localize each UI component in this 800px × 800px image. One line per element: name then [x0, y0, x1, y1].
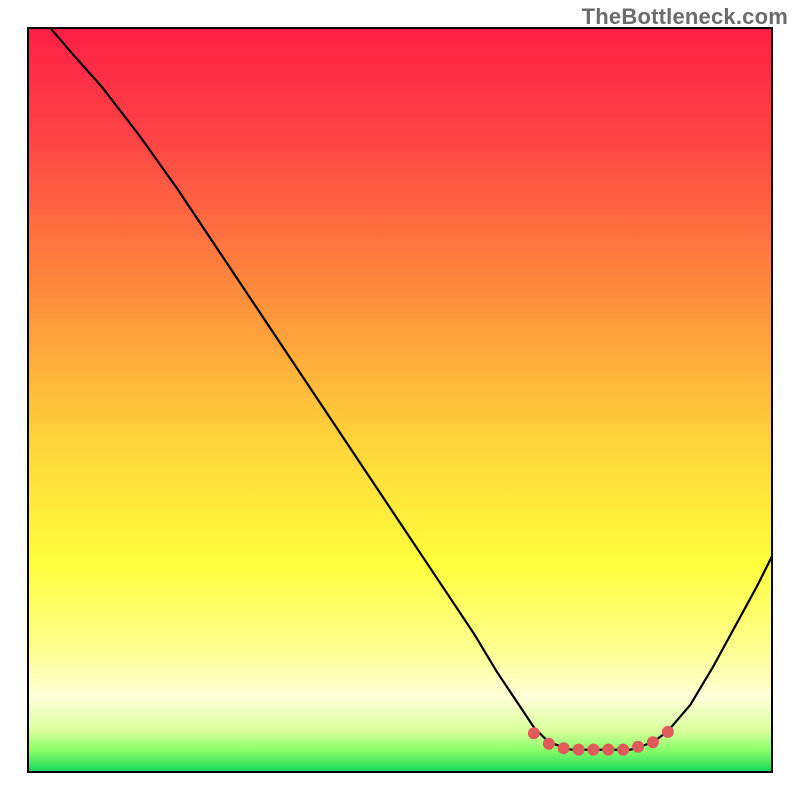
plot-background	[28, 28, 772, 772]
marker-low-bottleneck-markers	[617, 744, 629, 756]
marker-low-bottleneck-markers	[632, 741, 644, 753]
marker-low-bottleneck-markers	[558, 742, 570, 754]
marker-low-bottleneck-markers	[647, 736, 659, 748]
watermark-text: TheBottleneck.com	[582, 4, 788, 30]
marker-low-bottleneck-markers	[573, 744, 585, 756]
marker-low-bottleneck-markers	[543, 738, 555, 750]
marker-low-bottleneck-markers	[528, 727, 540, 739]
marker-low-bottleneck-markers	[662, 726, 674, 738]
chart-container: { "watermark": "TheBottleneck.com", "cha…	[0, 0, 800, 800]
marker-low-bottleneck-markers	[602, 744, 614, 756]
bottleneck-chart	[0, 0, 800, 800]
marker-low-bottleneck-markers	[587, 744, 599, 756]
